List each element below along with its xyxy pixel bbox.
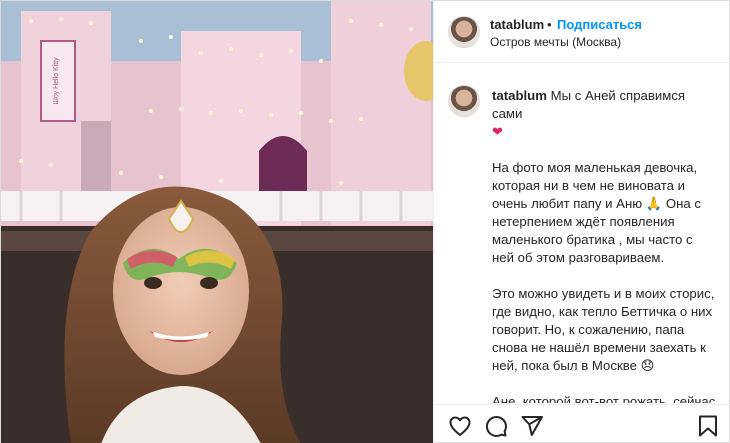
red-heart-emoji: ❤ bbox=[492, 124, 503, 139]
comment-button[interactable] bbox=[484, 414, 508, 438]
bookmark-icon bbox=[699, 415, 717, 437]
castle-sign-text: Шоу Hello Kitty bbox=[53, 57, 60, 105]
save-button[interactable] bbox=[696, 414, 720, 438]
paper-plane-icon bbox=[521, 416, 543, 436]
follow-button[interactable]: Подписаться bbox=[557, 17, 642, 32]
caption-first-line: tatablum Мы с Аней справимся сами ❤ bbox=[492, 87, 718, 141]
header-username[interactable]: tatablum bbox=[490, 17, 544, 32]
share-button[interactable] bbox=[520, 414, 544, 438]
caption-avatar[interactable] bbox=[448, 85, 480, 117]
caption-area: tatablum Мы с Аней справимся сами ❤ На ф… bbox=[434, 63, 730, 403]
comment-icon bbox=[485, 415, 507, 437]
post-header: tatablum • Подписаться Остров мечты (Мос… bbox=[434, 1, 730, 63]
caption-username[interactable]: tatablum bbox=[492, 88, 547, 103]
caption-paragraph: Ане, которой вот-вот рожать, сейчас особ… bbox=[492, 394, 716, 403]
caption-paragraph: На фото моя маленькая девочка, которая н… bbox=[492, 160, 702, 265]
post-sidebar: tatablum • Подписаться Остров мечты (Мос… bbox=[433, 1, 730, 443]
separator-dot: • bbox=[547, 17, 552, 32]
heart-outline-icon bbox=[449, 416, 471, 436]
post-photo[interactable]: Шоу Hello Kitty bbox=[1, 1, 433, 443]
action-bar bbox=[434, 404, 730, 443]
avatar[interactable] bbox=[448, 16, 480, 48]
like-button[interactable] bbox=[448, 414, 472, 438]
instagram-post: Шоу Hello Kitty tatablum • Подписаться О… bbox=[0, 0, 730, 443]
photo-illustration: Шоу Hello Kitty bbox=[1, 1, 433, 443]
location-link[interactable]: Остров мечты (Москва) bbox=[490, 35, 621, 49]
caption-paragraph: Это можно увидеть и в моих сторис, где в… bbox=[492, 286, 715, 373]
caption-text: tatablum Мы с Аней справимся сами ❤ На ф… bbox=[492, 87, 718, 403]
